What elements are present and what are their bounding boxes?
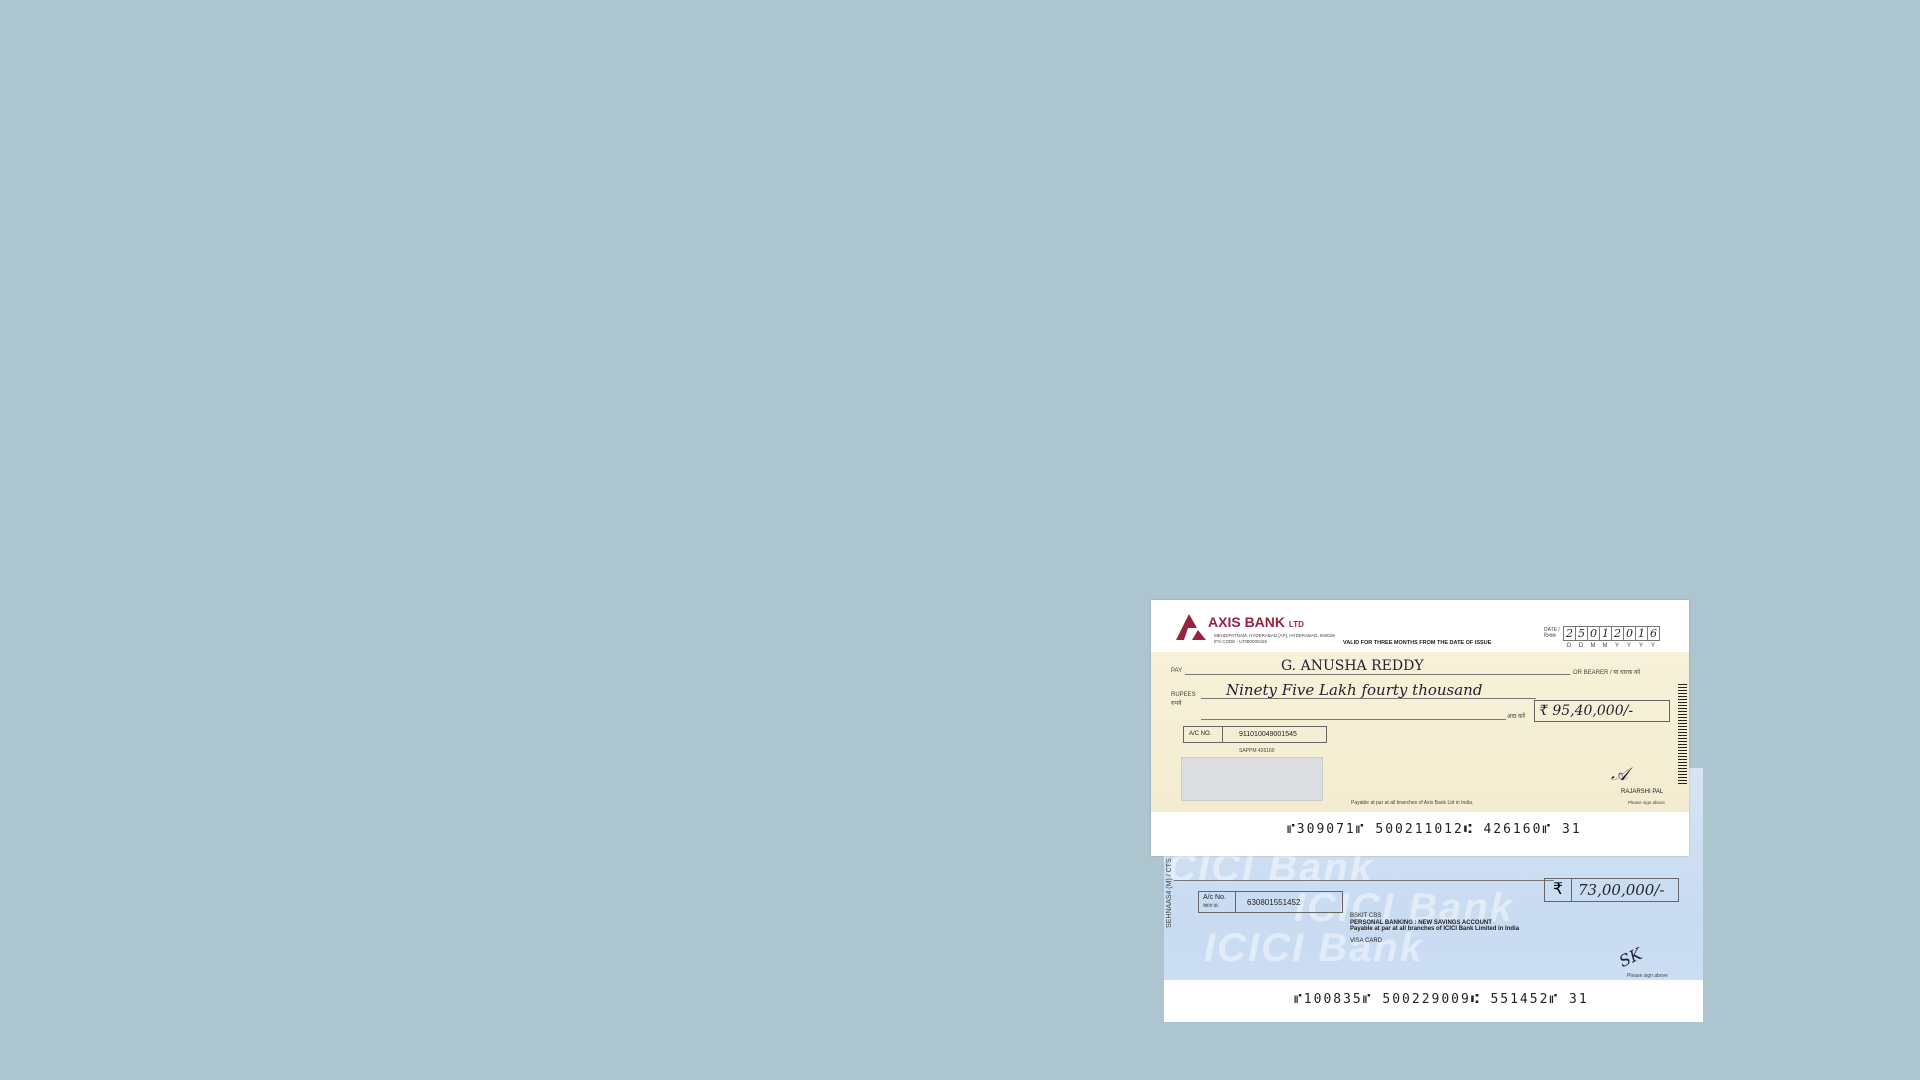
date-format-letter: Y xyxy=(1626,643,1631,649)
date-format-letter: D xyxy=(1578,643,1584,649)
bank-name: AXIS BANK LTD xyxy=(1208,614,1304,630)
axis-signature: 𝒜 xyxy=(1611,764,1629,785)
side-text: SEHNAAS4 (M) / CTS xyxy=(1166,858,1173,928)
date-format-letter: Y xyxy=(1614,643,1619,649)
date-format-letter: Y xyxy=(1638,643,1643,649)
date-field: 25012016 xyxy=(1563,626,1660,641)
icici-account-number: 630801551452 xyxy=(1247,898,1301,907)
account-number: 911010049001545 xyxy=(1239,731,1297,738)
amount-in-words: Ninety Five Lakh fourty thousand xyxy=(1226,681,1483,699)
date-format-letter: M xyxy=(1602,643,1608,649)
date-digit: 6 xyxy=(1647,626,1660,641)
rupees-line xyxy=(1174,880,1554,881)
icici-amount: 73,00,000/- xyxy=(1571,878,1679,902)
amount-box: ₹ 95,40,000/- xyxy=(1534,700,1670,722)
rupee-symbol: ₹ xyxy=(1544,878,1572,902)
date-format: DDMMYYYY xyxy=(1563,643,1659,649)
axis-micr-code: ⑈309071⑈ 500211012⑆ 426160⑈ 31 xyxy=(1287,822,1582,837)
date-format-letter: D xyxy=(1566,643,1572,649)
icici-micr-code: ⑈100835⑈ 500229009⑆ 551452⑈ 31 xyxy=(1294,992,1589,1007)
axis-cheque: AXIS BANK LTD MEHDIPATNAM, HYDERABAD [AP… xyxy=(1151,600,1689,856)
payee-name: G. ANUSHA REDDY xyxy=(1281,658,1424,674)
icici-account-box: A/c No. खाता क्र. 630801551452 xyxy=(1198,891,1343,913)
barcode xyxy=(1678,684,1687,784)
date-format-letter: Y xyxy=(1650,643,1655,649)
date-format-letter: M xyxy=(1590,643,1596,649)
account-number-box: A/C NO. 911010049001545 xyxy=(1183,726,1327,743)
signature-panel xyxy=(1181,757,1323,801)
axis-logo-icon xyxy=(1176,614,1206,640)
